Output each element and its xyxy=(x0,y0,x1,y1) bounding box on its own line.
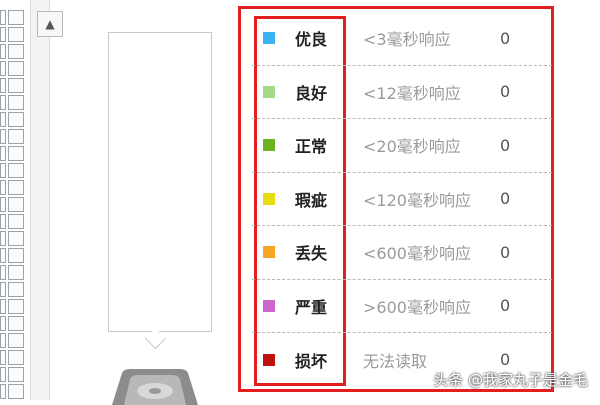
square-swatch-icon xyxy=(263,139,275,152)
block-cell xyxy=(0,299,6,314)
block-cell xyxy=(8,180,24,195)
block-cell xyxy=(0,265,6,280)
block-cell xyxy=(8,367,24,382)
block-cell xyxy=(0,367,6,382)
block-cell xyxy=(8,112,24,127)
legend-count: 0 xyxy=(500,296,511,316)
block-cell xyxy=(0,146,6,161)
block-cell xyxy=(8,61,24,76)
block-cell xyxy=(8,214,24,229)
block-cell xyxy=(0,27,6,42)
block-cell xyxy=(8,282,24,297)
block-cell xyxy=(0,95,6,110)
legend-row-severe: 严重 >600毫秒响应 0 xyxy=(252,280,552,333)
legend-description: <600毫秒响应 xyxy=(363,244,471,264)
legend-label: 正常 xyxy=(295,137,328,157)
block-cell xyxy=(8,248,24,263)
scroll-up-button[interactable]: ▲ xyxy=(37,11,63,37)
block-cell xyxy=(8,265,24,280)
legend-row-excellent: 优良 <3毫秒响应 0 xyxy=(252,12,552,66)
legend-row-lost: 丢失 <600毫秒响应 0 xyxy=(252,226,552,280)
block-cell xyxy=(8,333,24,348)
legend-description: <3毫秒响应 xyxy=(363,30,451,50)
block-cell xyxy=(0,163,6,178)
block-cell xyxy=(0,44,6,59)
legend-count: 0 xyxy=(500,189,511,209)
block-cell xyxy=(8,299,24,314)
block-cell xyxy=(8,95,24,110)
block-cell xyxy=(0,248,6,263)
block-cell xyxy=(8,384,24,399)
block-cell xyxy=(0,282,6,297)
block-cell xyxy=(8,78,24,93)
block-cell xyxy=(0,316,6,331)
block-cell xyxy=(8,146,24,161)
block-cell xyxy=(8,10,24,25)
legend-label: 损坏 xyxy=(295,351,328,371)
block-cell xyxy=(0,61,6,76)
block-cell xyxy=(8,231,24,246)
legend-row-normal: 正常 <20毫秒响应 0 xyxy=(252,119,552,173)
block-cell xyxy=(0,129,6,144)
block-cell xyxy=(8,316,24,331)
block-cell xyxy=(0,10,6,25)
block-cell xyxy=(0,78,6,93)
block-map-grid xyxy=(0,10,24,400)
legend-count: 0 xyxy=(500,82,511,102)
legend-row-good: 良好 <12毫秒响应 0 xyxy=(252,66,552,119)
vertical-scrollbar[interactable] xyxy=(30,0,50,400)
block-preview-panel xyxy=(108,32,212,332)
square-swatch-icon xyxy=(263,192,275,205)
legend-count: 0 xyxy=(500,135,511,155)
legend-label: 严重 xyxy=(295,297,328,317)
block-cell xyxy=(0,112,6,127)
legend-label: 瑕疵 xyxy=(295,190,328,210)
block-cell xyxy=(8,129,24,144)
watermark: 头条 @我家丸子是金毛 xyxy=(433,371,588,389)
square-swatch-icon xyxy=(263,353,275,366)
block-cell xyxy=(8,350,24,365)
legend-label: 优良 xyxy=(295,30,328,50)
block-cell xyxy=(0,384,6,399)
block-cell xyxy=(0,214,6,229)
square-swatch-icon xyxy=(263,32,275,45)
block-cell xyxy=(0,350,6,365)
square-swatch-icon xyxy=(263,299,275,312)
legend-label: 良好 xyxy=(295,83,328,103)
legend-label: 丢失 xyxy=(295,244,328,264)
hard-disk-icon xyxy=(112,369,198,405)
legend-count: 0 xyxy=(500,242,511,262)
block-cell xyxy=(0,197,6,212)
block-cell xyxy=(0,333,6,348)
arrow-up-icon: ▲ xyxy=(45,17,55,31)
legend-description: <20毫秒响应 xyxy=(363,137,461,157)
block-cell xyxy=(8,197,24,212)
legend-description: <120毫秒响应 xyxy=(363,190,471,210)
legend-row-flawed: 瑕疵 <120毫秒响应 0 xyxy=(252,173,552,226)
legend-description: >600毫秒响应 xyxy=(363,297,471,317)
legend-count: 0 xyxy=(500,350,511,370)
block-cell xyxy=(8,44,24,59)
block-cell xyxy=(0,180,6,195)
block-cell xyxy=(8,27,24,42)
square-swatch-icon xyxy=(263,85,275,98)
block-cell xyxy=(0,231,6,246)
block-cell xyxy=(8,163,24,178)
legend-count: 0 xyxy=(500,28,511,48)
legend-description: <12毫秒响应 xyxy=(363,83,461,103)
square-swatch-icon xyxy=(263,246,275,259)
status-legend: 优良 <3毫秒响应 0 良好 <12毫秒响应 0 正常 <20毫秒响应 0 瑕疵… xyxy=(252,12,552,387)
